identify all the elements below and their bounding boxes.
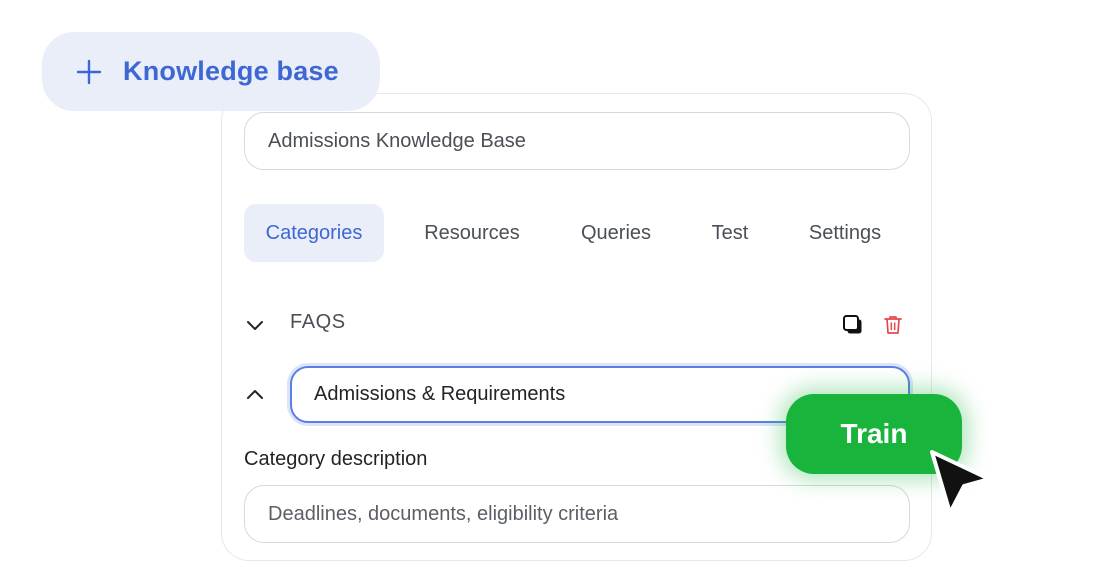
tab-resources[interactable]: Resources bbox=[410, 204, 534, 262]
knowledge-base-name-value: Admissions Knowledge Base bbox=[268, 129, 526, 152]
plus-icon bbox=[76, 59, 102, 84]
tab-label: Queries bbox=[580, 221, 652, 244]
category-description-input[interactable]: Deadlines, documents, eligibility criter… bbox=[244, 485, 910, 543]
tab-test[interactable]: Test bbox=[700, 204, 760, 262]
tab-label: Test bbox=[711, 221, 749, 244]
trash-icon[interactable] bbox=[882, 314, 904, 336]
knowledge-base-name-input[interactable]: Admissions Knowledge Base bbox=[244, 112, 910, 170]
tab-categories[interactable]: Categories bbox=[244, 204, 384, 262]
copy-icon[interactable] bbox=[842, 314, 864, 336]
tab-label: Settings bbox=[808, 221, 882, 244]
category-description-label: Category description bbox=[244, 448, 428, 470]
train-button-label: Train bbox=[840, 418, 908, 449]
chevron-up-icon[interactable] bbox=[244, 384, 266, 406]
mouse-cursor-icon bbox=[930, 450, 991, 515]
category-description-value: Deadlines, documents, eligibility criter… bbox=[268, 502, 619, 525]
category-name-value: Admissions & Requirements bbox=[314, 383, 566, 405]
tab-queries[interactable]: Queries bbox=[566, 204, 666, 262]
chevron-down-icon[interactable] bbox=[244, 314, 266, 336]
stage: Knowledge base Admissions Knowledge Base… bbox=[0, 0, 1096, 584]
tab-label: Resources bbox=[424, 221, 520, 244]
tab-label: Categories bbox=[265, 221, 363, 244]
add-knowledge-base-button[interactable]: Knowledge base bbox=[42, 32, 380, 111]
add-knowledge-base-label: Knowledge base bbox=[123, 56, 339, 86]
tab-settings[interactable]: Settings bbox=[796, 204, 894, 262]
category-faqs-label[interactable]: FAQS bbox=[290, 311, 346, 334]
